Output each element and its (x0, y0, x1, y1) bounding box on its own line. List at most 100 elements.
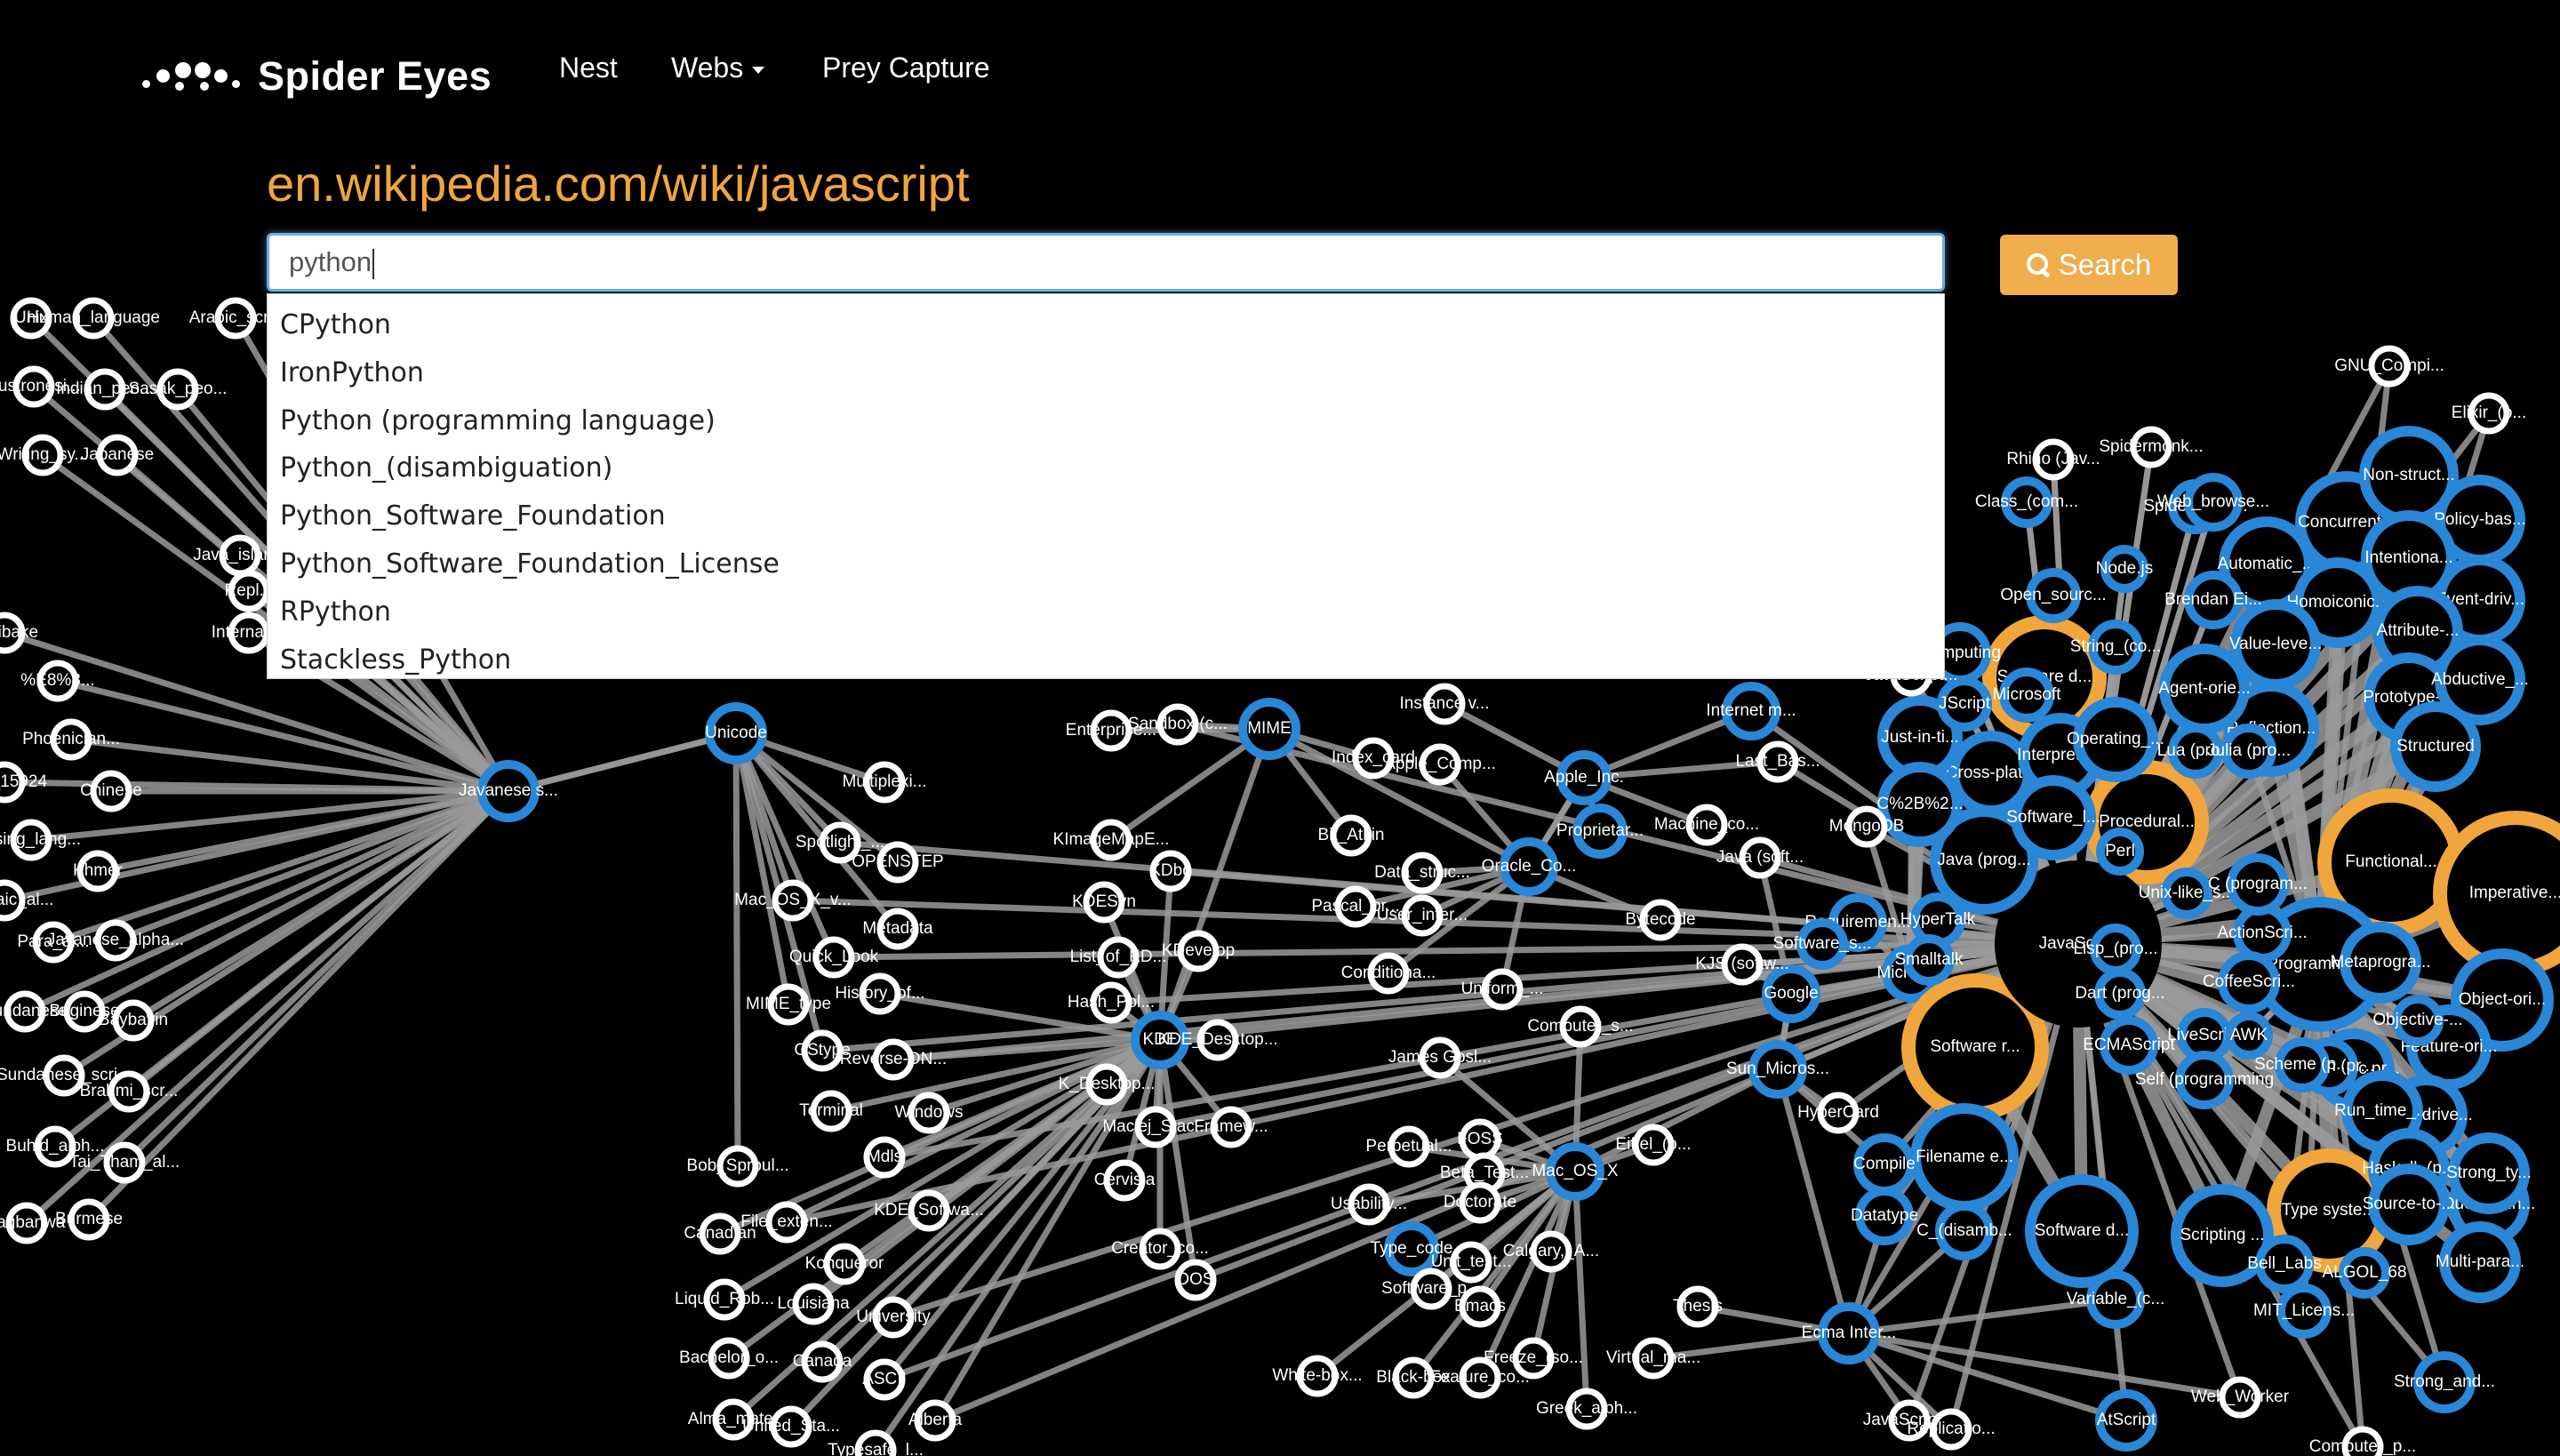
graph-node-label: AtScript (2097, 1411, 2156, 1429)
graph-node[interactable]: Unicode (705, 702, 767, 764)
graph-node[interactable]: FOSS (1457, 1118, 1503, 1161)
graph-node[interactable]: MIME (1238, 698, 1300, 760)
graph-node-label: Perpetual... (1365, 1137, 1452, 1156)
graph-node-label: Machine_co... (1654, 815, 1759, 834)
graph-node[interactable]: KImageMapE... (1053, 819, 1170, 861)
graph-node[interactable]: Burmese (55, 1198, 123, 1241)
graph-node[interactable]: Phoenician... (22, 718, 120, 761)
graph-node[interactable]: Google (1762, 964, 1820, 1023)
graph-node[interactable]: AWK (2225, 1012, 2273, 1060)
graph-node[interactable]: Elixir_(p... (2452, 392, 2526, 435)
suggestion-item[interactable]: Stackless_Python (268, 636, 1944, 684)
graph-node-label: Strong_ty... (2446, 1164, 2532, 1182)
graph-node[interactable]: Perpetual... (1365, 1125, 1452, 1168)
graph-node[interactable]: History_of... (835, 972, 925, 1015)
graph-node[interactable]: Computer_p... (2309, 1426, 2416, 1456)
graph-node[interactable]: %E8%8... (20, 660, 95, 702)
graph-node[interactable]: Spidermonk... (2099, 426, 2204, 468)
graph-node[interactable]: Terminal (799, 1090, 863, 1132)
graph-node[interactable]: Alberta (908, 1399, 963, 1442)
graph-node[interactable]: AtScript (2095, 1389, 2157, 1452)
graph-node[interactable]: Perl (2096, 828, 2144, 876)
nav-webs-dropdown[interactable]: Webs (671, 52, 765, 84)
graph-node[interactable]: GNU_Compi... (2334, 345, 2444, 388)
graph-node[interactable]: Web_Worker (2191, 1376, 2290, 1419)
search-button[interactable]: Search (2000, 235, 2178, 295)
graph-node[interactable]: KDbg (1149, 850, 1192, 892)
search-input[interactable]: python (267, 233, 1945, 292)
graph-node[interactable]: Cervisia (1094, 1159, 1156, 1202)
graph-node[interactable]: Strong_and... (2394, 1351, 2495, 1413)
graph-node-label: Maciej_Stac... (1102, 1117, 1208, 1136)
graph-node-label: KDbg (1149, 861, 1192, 880)
graph-node[interactable]: Greek_alph... (1536, 1388, 1637, 1430)
graph-node[interactable]: Virtual_ma... (1606, 1337, 1700, 1380)
nav-nest[interactable]: Nest (559, 52, 618, 84)
graph-node[interactable]: Aramaic_al... (0, 879, 53, 922)
graph-node[interactable]: MIME_type (746, 983, 831, 1026)
graph-node-label: Filename e... (1916, 1148, 2013, 1166)
suggestion-item[interactable]: Python_Software_Foundation_License (268, 540, 1944, 588)
graph-node[interactable]: Typesafe_l... (828, 1429, 924, 1456)
graph-node[interactable]: Mdls (863, 1136, 906, 1179)
graph-node[interactable]: JScript (1937, 676, 1992, 732)
graph-node-label: Khmer (73, 861, 124, 880)
graph-node[interactable]: Liquid_Rob... (675, 1278, 774, 1321)
graph-node[interactable]: Strong_ty... (2446, 1132, 2532, 1214)
graph-node[interactable]: Bob_Sproul... (686, 1145, 789, 1188)
graph-node[interactable]: Osing_lang... (0, 819, 81, 861)
graph-node-label: Spotlight_... (796, 833, 884, 852)
suggestion-item[interactable]: Python_(disambiguation) (268, 444, 1944, 492)
graph-node-label: AWK (2230, 1026, 2268, 1044)
graph-node[interactable]: DOS (1174, 1259, 1217, 1301)
brand-logo[interactable]: Spider Eyes (142, 50, 492, 103)
nav-prey-capture[interactable]: Prey Capture (822, 52, 990, 84)
suggestion-item[interactable]: IronPython (268, 349, 1944, 397)
graph-node[interactable]: Japanese (81, 434, 154, 476)
graph-node[interactable]: Compile (1853, 1133, 1916, 1196)
suggestion-item[interactable]: RPython (268, 588, 1944, 636)
graph-node-label: Sundanese (0, 1002, 68, 1020)
graph-node[interactable]: White-box... (1272, 1355, 1363, 1397)
link-graph[interactable]: Javanese s...Unicode MIMEKDEApple_Inc.Pro… (0, 0, 2560, 1456)
graph-node[interactable]: Imperative... (2433, 811, 2560, 976)
graph-node[interactable]: Proprietar... (1556, 804, 1644, 859)
graph-node[interactable]: Open_sourc... (2000, 568, 2107, 623)
graph-node[interactable]: List_of_KD... (1070, 936, 1167, 979)
graph-node[interactable]: MIT_Licens... (2253, 1284, 2355, 1339)
graph-node[interactable]: Mojibake (0, 612, 38, 654)
graph-node[interactable]: Bachelor_o... (679, 1337, 779, 1380)
graph-node[interactable]: Thesis (1673, 1285, 1723, 1328)
graph-node[interactable]: Instance v... (1399, 683, 1490, 725)
graph-node[interactable]: KDevelop (1162, 930, 1235, 972)
graph-node[interactable]: Metadata (862, 908, 933, 950)
graph-node[interactable]: Structured (2390, 701, 2481, 792)
suggestion-item[interactable]: Python (programming language) (268, 397, 1944, 445)
suggestion-item[interactable]: Python_Software_Foundation (268, 492, 1944, 540)
graph-node[interactable]: Ecma Inter... (1802, 1302, 1897, 1364)
graph-node[interactable]: Writing_sy... (0, 434, 88, 476)
graph-node[interactable]: Software d... (2025, 1174, 2139, 1288)
graph-node[interactable]: Class_(com... (1975, 476, 2078, 528)
graph-node[interactable]: Chinese (80, 770, 142, 812)
graph-node[interactable]: Software_l... (2006, 775, 2100, 860)
graph-node-label: Google (1764, 984, 1818, 1003)
graph-node-label: MongoDB (1829, 817, 1905, 836)
graph-node[interactable]: Filename e... (1910, 1103, 2019, 1212)
graph-node[interactable]: University (856, 1296, 931, 1339)
graph-node[interactable]: ISO_15924 (0, 761, 47, 804)
graph-node[interactable]: Rhino (Jav... (2006, 438, 2100, 481)
graph-node[interactable]: Node.js (2096, 545, 2153, 593)
graph-node[interactable]: Agent-orie... (2158, 644, 2251, 734)
graph-node[interactable]: Multi-para... (2436, 1221, 2524, 1303)
graph-node[interactable]: Internet m... (1706, 682, 1796, 740)
graph-node-label: Class_(com... (1975, 492, 2078, 511)
suggestion-item[interactable]: CPython (268, 301, 1944, 349)
graph-node[interactable]: James Gosl... (1388, 1036, 1492, 1079)
graph-node[interactable]: Bit_Atkin (1318, 814, 1385, 857)
graph-node[interactable]: Calgary,_A... (1503, 1230, 1599, 1273)
graph-node[interactable]: Java (soft... (1716, 836, 1804, 879)
graph-node[interactable]: Mac_OS_X_v... (734, 879, 852, 922)
graph-node[interactable]: ASCII (862, 1358, 907, 1401)
graph-node-label: Rhino (Jav... (2006, 450, 2100, 468)
